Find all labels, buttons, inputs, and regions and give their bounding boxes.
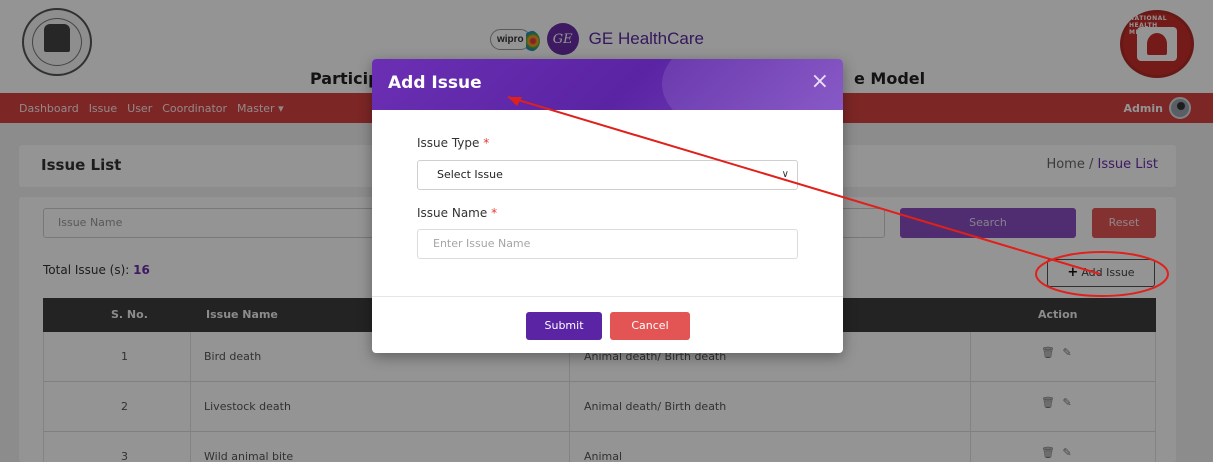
annotation-overlay xyxy=(507,96,1169,297)
annotation-circle xyxy=(1035,251,1169,297)
annotation-arrow-line xyxy=(507,96,1101,275)
